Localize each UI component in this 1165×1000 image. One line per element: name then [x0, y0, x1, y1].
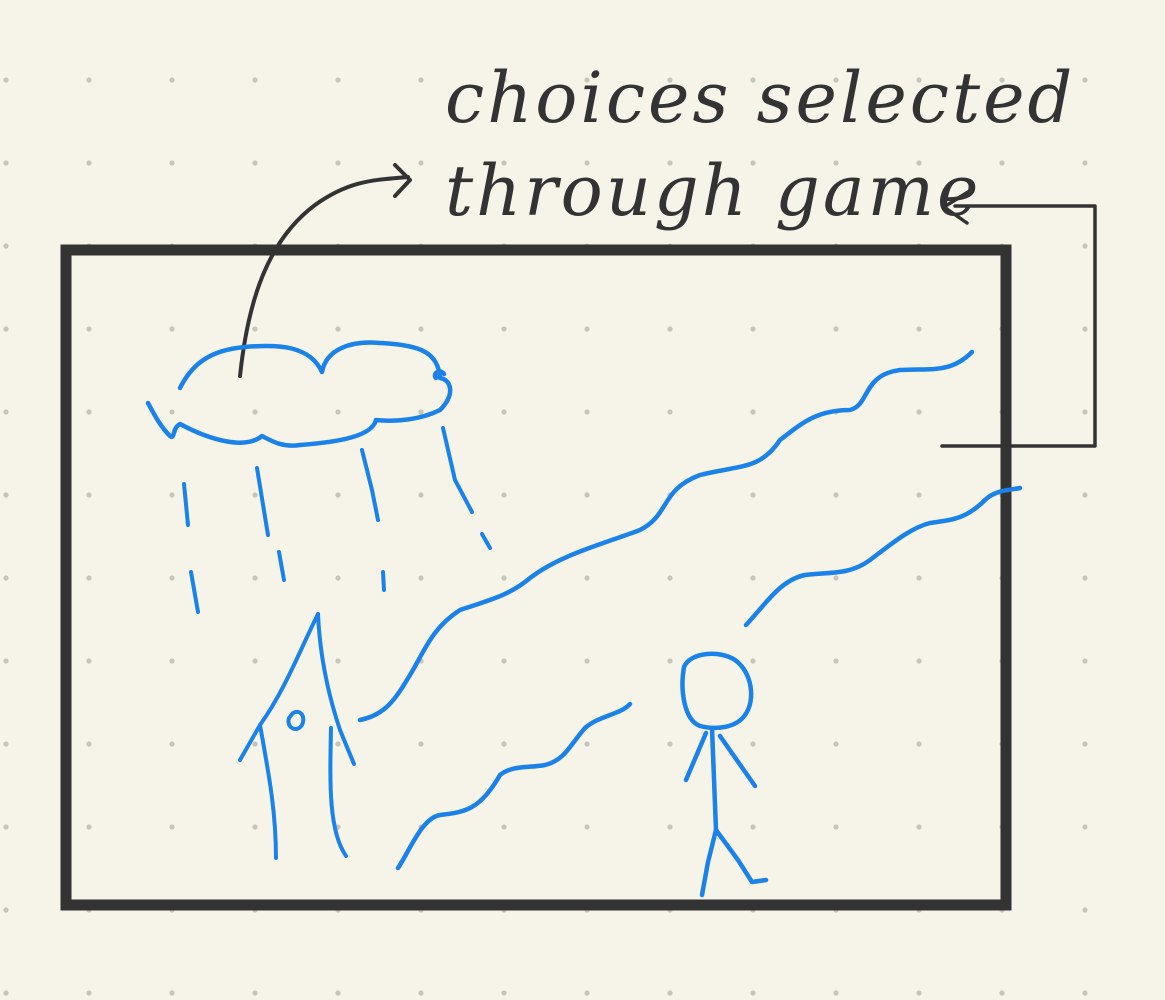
- sketch-svg: choices selected through game: [0, 0, 1165, 1000]
- annotation-line-1: choices selected: [445, 57, 1075, 139]
- sketch-canvas: choices selected through game: [0, 0, 1165, 1000]
- rain-streak: [381, 570, 386, 592]
- annotation-line-2: through game: [445, 150, 981, 232]
